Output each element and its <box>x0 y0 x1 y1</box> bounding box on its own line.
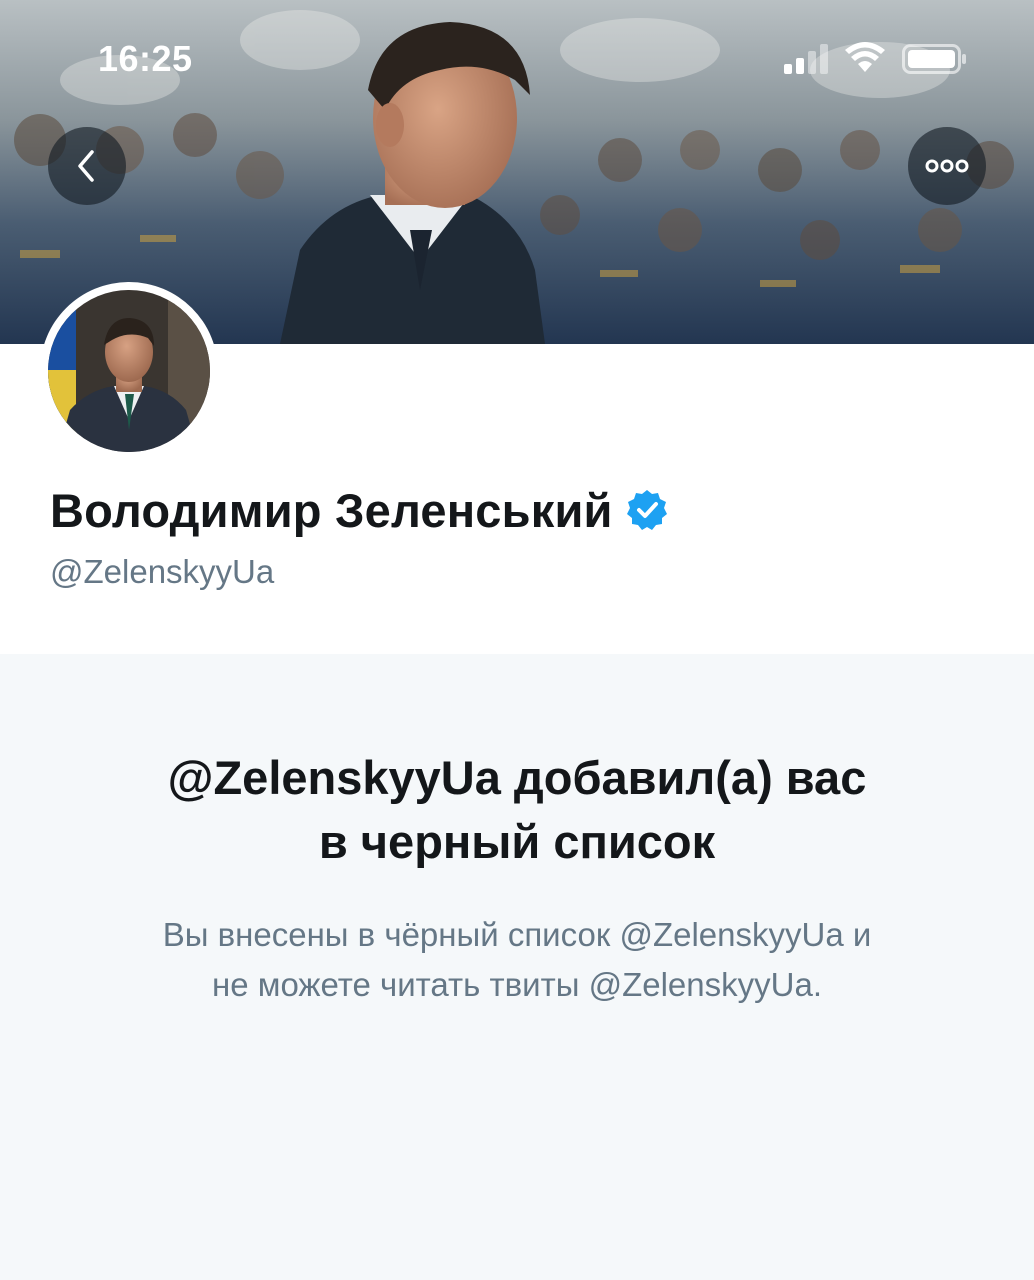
verified-badge-icon <box>626 490 667 530</box>
more-options-button[interactable] <box>908 127 986 205</box>
status-time: 16:25 <box>98 38 193 79</box>
profile-screen: 16:25 Володимир Зеленський @ZelenskyyUa … <box>0 0 1034 1280</box>
wifi-icon <box>845 42 885 72</box>
avatar-photo <box>48 290 210 452</box>
blocked-title-line-1: @ZelenskyyUa добавил(а) вас <box>167 751 867 804</box>
blocked-description: Вы внесены в чёрный список @ZelenskyyUa … <box>60 910 974 1010</box>
profile-handle: @ZelenskyyUa <box>50 553 275 590</box>
display-name: Володимир Зеленський <box>50 483 613 537</box>
cellular-signal-icon <box>784 44 828 74</box>
more-dots-icon <box>925 159 969 173</box>
status-bar: 16:25 <box>0 0 1034 110</box>
display-name-row: Володимир Зеленський <box>50 481 669 539</box>
blocked-notice: @ZelenskyyUa добавил(а) вас в черный спи… <box>0 654 1034 1280</box>
blocked-title-line-2: в черный список <box>318 815 716 868</box>
chevron-left-icon <box>78 150 94 182</box>
blocked-title: @ZelenskyyUa добавил(а) вас в черный спи… <box>60 746 974 874</box>
avatar[interactable] <box>40 282 218 460</box>
blocked-description-line-2: не можете читать твиты @ZelenskyyUa. <box>212 966 822 1003</box>
blocked-description-line-1: Вы внесены в чёрный список @ZelenskyyUa … <box>162 916 872 953</box>
back-button[interactable] <box>48 127 126 205</box>
battery-icon <box>902 44 966 74</box>
